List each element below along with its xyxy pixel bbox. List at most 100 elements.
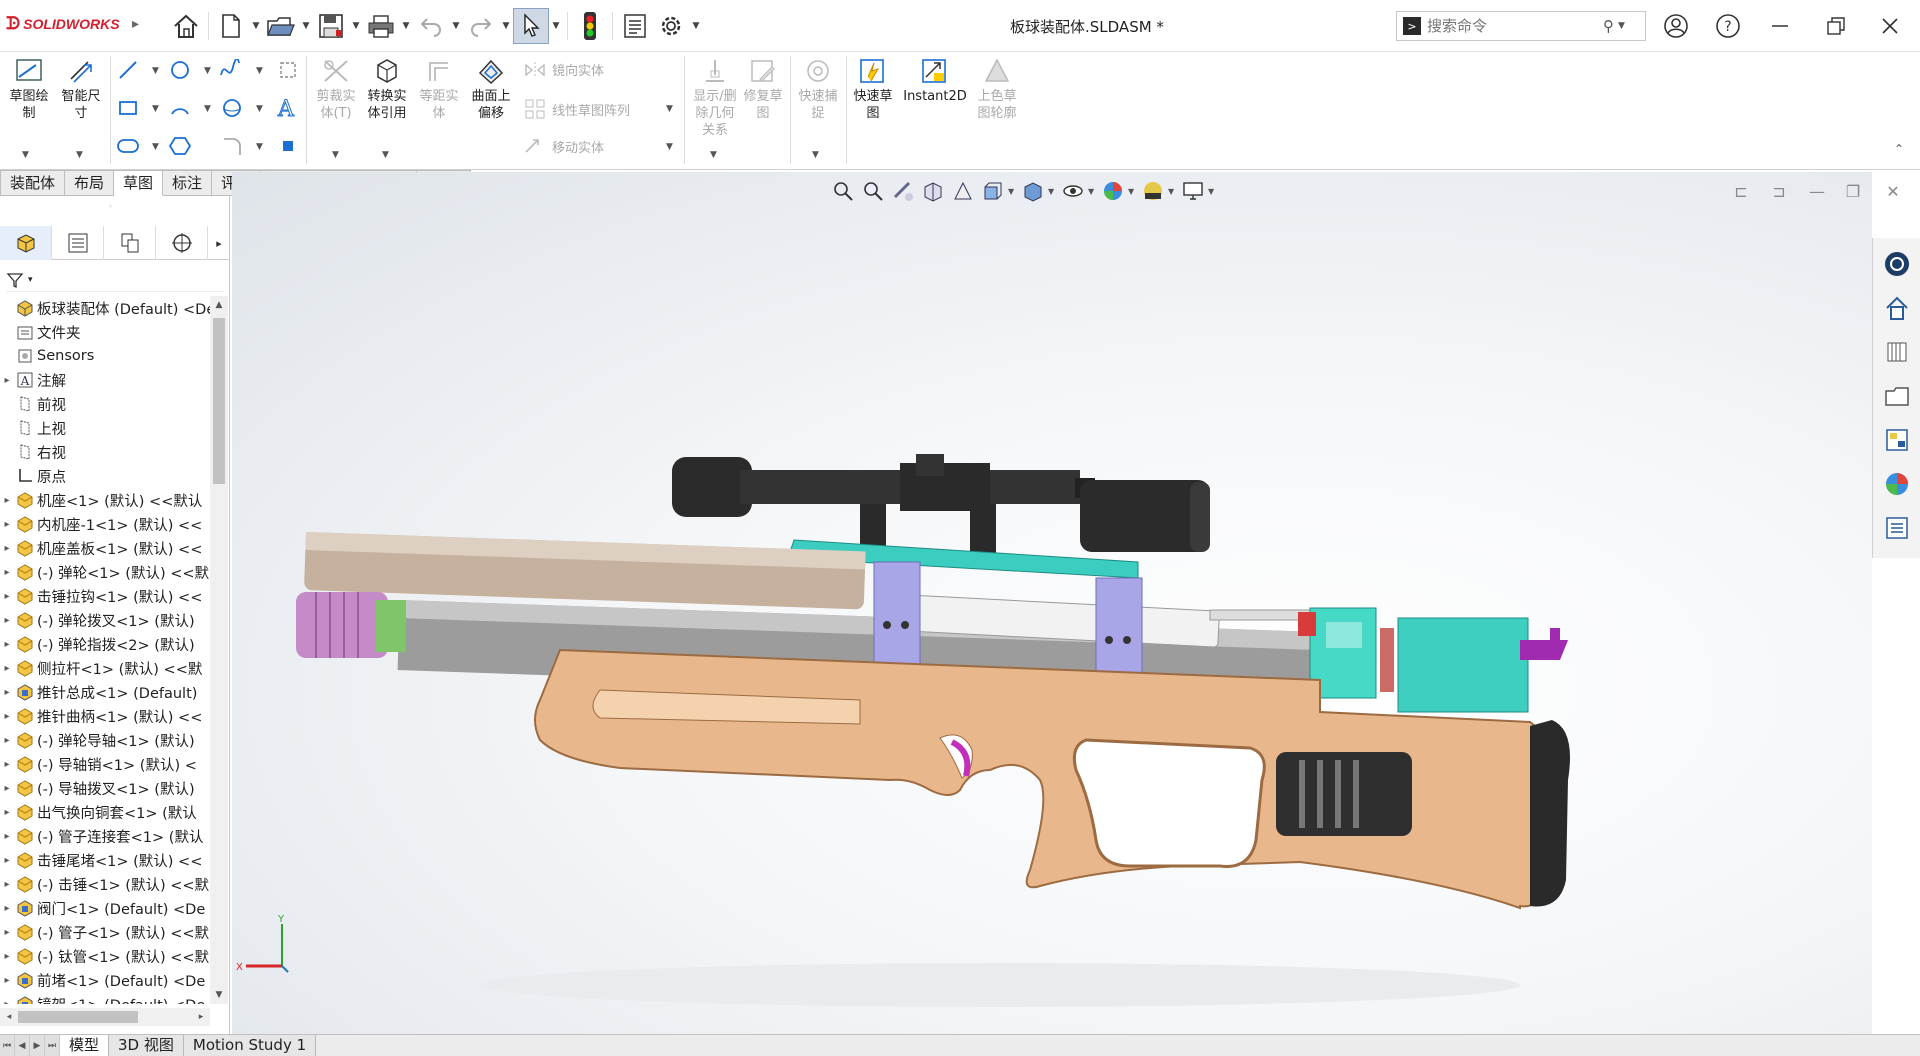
hide-show-items-icon[interactable] [1058, 176, 1088, 206]
solidworks-resources-icon[interactable] [1875, 242, 1919, 286]
expand-arrow-icon[interactable]: ▸ [0, 759, 14, 770]
expand-arrow-icon[interactable]: ▸ [0, 375, 14, 386]
home-tab-icon[interactable] [1875, 286, 1919, 330]
line-dropdown-icon[interactable]: ▼ [152, 66, 159, 76]
open-icon[interactable] [263, 8, 299, 44]
tab-0[interactable]: 装配体 [0, 170, 66, 196]
dimxpert-tab-icon[interactable] [156, 226, 208, 260]
rapid-snaps-button[interactable]: 快速捕捉 [794, 56, 842, 122]
redo-icon[interactable] [463, 8, 499, 44]
scroll-up-icon[interactable]: ▲ [210, 296, 228, 314]
trim-entities-button[interactable]: 剪裁实体(T) [312, 56, 360, 122]
dynamic-annotation-icon[interactable] [948, 176, 978, 206]
hide-show-dropdown-icon[interactable]: ▼ [1088, 187, 1098, 196]
print-icon[interactable] [363, 8, 399, 44]
print-dropdown-icon[interactable]: ▼ [399, 8, 413, 44]
tree-node[interactable]: ▸ (-) 导轴销<1> (默认) < [0, 752, 210, 776]
tree-node[interactable]: ▸ (-) 弹轮导轴<1> (默认) [0, 728, 210, 752]
tab-1[interactable]: 布局 [65, 170, 115, 196]
text-icon[interactable]: A [274, 96, 298, 121]
plane-point-icon[interactable] [276, 134, 300, 158]
expand-arrow-icon[interactable]: ▸ [0, 519, 14, 530]
circle-icon[interactable] [168, 58, 192, 82]
expand-arrow-icon[interactable]: ▸ [0, 711, 14, 722]
tree-node[interactable]: 上视 [0, 416, 210, 440]
custom-properties-icon[interactable] [1875, 506, 1919, 550]
tree-node[interactable]: Sensors [0, 344, 210, 368]
circle-dropdown-icon[interactable]: ▼ [204, 66, 211, 76]
options-gear-icon[interactable] [653, 8, 689, 44]
arc-icon[interactable] [168, 96, 192, 120]
spline-icon[interactable] [218, 58, 242, 82]
tree-node[interactable]: ▸ (-) 管子<1> (默认) <<默 [0, 920, 210, 944]
file-explorer-icon[interactable] [1875, 374, 1919, 418]
ellipse-dropdown-icon[interactable]: ▼ [256, 104, 263, 114]
tree-node[interactable]: ▸ (-) 弹轮拨叉<1> (默认) [0, 608, 210, 632]
design-library-icon[interactable] [1875, 330, 1919, 374]
expand-arrow-icon[interactable]: ▸ [0, 663, 14, 674]
tree-node[interactable]: ▸ 推针总成<1> (Default) [0, 680, 210, 704]
collapse-ribbon-icon[interactable]: ⌃ [1894, 142, 1904, 156]
convert-dropdown-icon[interactable]: ▼ [382, 150, 389, 160]
redo-dropdown-icon[interactable]: ▼ [499, 8, 513, 44]
bottom-tab-1[interactable]: 3D 视图 [109, 1035, 184, 1056]
tree-node[interactable]: ▸ 击锤拉钩<1> (默认) << [0, 584, 210, 608]
expand-arrow-icon[interactable]: ▸ [0, 903, 14, 914]
expand-arrow-icon[interactable]: ▸ [0, 543, 14, 554]
solidworks-logo[interactable]: ᗬ SOLIDWORKS [6, 14, 120, 34]
expand-arrow-icon[interactable]: ▸ [0, 879, 14, 890]
expand-arrow-icon[interactable]: ▸ [0, 951, 14, 962]
rifle-model[interactable] [232, 172, 1872, 1034]
home-icon[interactable] [168, 8, 204, 44]
account-icon[interactable] [1658, 8, 1694, 44]
tree-node[interactable]: 文件夹 [0, 320, 210, 344]
tree-filter[interactable]: ▾ [6, 268, 224, 292]
sketch-dropdown-icon[interactable]: ▼ [22, 150, 29, 160]
offset-entities-button[interactable]: 等距实体 [414, 56, 464, 122]
zoom-to-fit-icon[interactable] [828, 176, 858, 206]
sketch-button[interactable]: 草图绘制 [4, 56, 54, 122]
feature-manager-tab-icon[interactable] [0, 226, 52, 260]
expand-arrow-icon[interactable]: ▸ [0, 783, 14, 794]
zoom-to-area-icon[interactable] [858, 176, 888, 206]
rebuild-traffic-light-icon[interactable] [572, 8, 608, 44]
graphics-area[interactable] [232, 172, 1872, 1034]
manager-tabs-scroll-right-icon[interactable]: ▸ [208, 226, 230, 260]
tab-2[interactable]: 草图 [114, 170, 164, 196]
polygon-icon[interactable] [168, 134, 192, 158]
spline-dropdown-icon[interactable]: ▼ [256, 66, 263, 76]
convert-entities-button[interactable]: 转换实体引用 [362, 56, 412, 122]
view-settings-icon[interactable] [1178, 176, 1208, 206]
mirror-entities-button[interactable]: 镜向实体 [524, 60, 604, 79]
viewport-tile-right-icon[interactable]: ⊐ [1764, 178, 1794, 204]
tree-node[interactable]: 右视 [0, 440, 210, 464]
viewport-close-icon[interactable]: ✕ [1878, 178, 1908, 204]
search-input[interactable] [1427, 17, 1603, 35]
edit-appearance-icon[interactable] [1098, 176, 1128, 206]
smart-dimension-button[interactable]: 智能尺寸 [56, 56, 106, 122]
tree-node[interactable]: ▸ 侧拉杆<1> (默认) <<默 [0, 656, 210, 680]
expand-arrow-icon[interactable]: ▸ [0, 591, 14, 602]
expand-arrow-icon[interactable]: ▸ [0, 975, 14, 986]
move-dropdown-icon[interactable]: ▼ [666, 142, 673, 152]
first-tab-icon[interactable]: ⏮ [0, 1035, 15, 1056]
linear-pattern-button[interactable]: 线性草图阵列 [524, 98, 630, 120]
appearances-scenes-icon[interactable] [1875, 462, 1919, 506]
expand-arrow-icon[interactable]: ▸ [0, 687, 14, 698]
relations-dropdown-icon[interactable]: ▼ [710, 150, 717, 160]
expand-arrow-icon[interactable]: ▸ [0, 735, 14, 746]
tree-node[interactable]: ▸ (-) 击锤<1> (默认) <<默 [0, 872, 210, 896]
offset-on-surface-button[interactable]: 曲面上偏移 [466, 56, 516, 122]
search-icon[interactable]: ⚲ [1603, 17, 1614, 35]
pattern-dropdown-icon[interactable]: ▼ [666, 104, 673, 114]
ellipse-icon[interactable] [220, 96, 244, 120]
menu-expand-icon[interactable]: ▸ [132, 16, 139, 32]
rapid-sketch-button[interactable]: 快速草图 [850, 56, 896, 122]
new-dropdown-icon[interactable]: ▼ [249, 8, 263, 44]
tree-node[interactable]: ▸ (-) 管子连接套<1> (默认 [0, 824, 210, 848]
orientation-dropdown-icon[interactable]: ▼ [1008, 187, 1018, 196]
expand-arrow-icon[interactable]: ▸ [0, 855, 14, 866]
view-settings-dropdown-icon[interactable]: ▼ [1208, 187, 1218, 196]
configuration-manager-tab-icon[interactable] [104, 226, 156, 260]
select-dropdown-icon[interactable]: ▼ [549, 8, 563, 44]
